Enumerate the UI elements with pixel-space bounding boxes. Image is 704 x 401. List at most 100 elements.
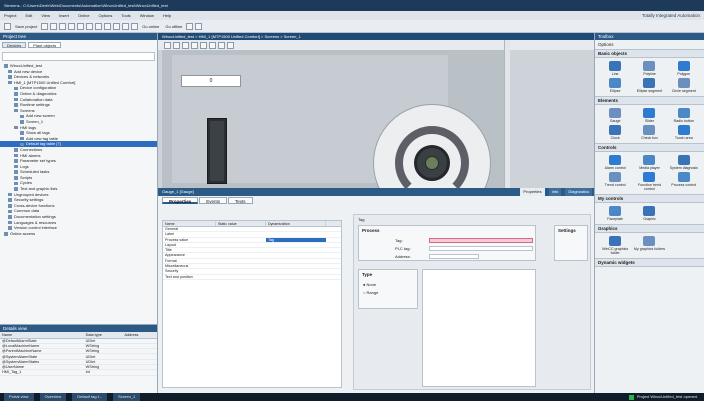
- menu-edit[interactable]: Edit: [25, 13, 32, 18]
- toolbox-item[interactable]: Gauge: [599, 108, 631, 123]
- menu-insert[interactable]: Insert: [59, 13, 69, 18]
- delete-icon[interactable]: [77, 22, 85, 30]
- tree-node-label: Parameter set types: [20, 158, 56, 164]
- zoom-icon[interactable]: [227, 41, 234, 49]
- toolbox-items: Faceplate Graphic: [595, 203, 704, 224]
- align-left-icon[interactable]: [164, 41, 171, 49]
- type-option-none[interactable]: ● None: [363, 282, 376, 287]
- tab-devices[interactable]: Devices: [2, 42, 27, 48]
- tab-plant-objects[interactable]: Plant objects: [28, 42, 62, 48]
- menu-tools[interactable]: Tools: [121, 13, 130, 18]
- toolbox-section-header[interactable]: Graphics: [595, 224, 704, 233]
- redo-icon[interactable]: [95, 22, 103, 30]
- col-dynamization[interactable]: Dynamization: [266, 221, 326, 226]
- save-project-button[interactable]: Save project: [13, 24, 39, 29]
- menu-options[interactable]: Options: [99, 13, 113, 18]
- tree-node-icon: [14, 187, 18, 191]
- bring-front-icon[interactable]: [191, 41, 198, 49]
- taskbar-screen[interactable]: Screen_1: [113, 393, 141, 401]
- menu-window[interactable]: Window: [140, 13, 154, 18]
- paste-icon[interactable]: [68, 22, 76, 30]
- tab-info[interactable]: Info: [548, 188, 562, 196]
- cross-reference-icon[interactable]: [186, 22, 194, 30]
- tab-events[interactable]: Events: [199, 197, 228, 204]
- overview-button[interactable]: Overview: [39, 393, 67, 401]
- plc-tag-input[interactable]: [429, 246, 533, 251]
- go-online-button[interactable]: Go online: [140, 24, 161, 29]
- align-center-icon[interactable]: [173, 41, 180, 49]
- menu-project[interactable]: Project: [4, 13, 16, 18]
- menu-view[interactable]: View: [41, 13, 50, 18]
- toolbox-item[interactable]: Graphic: [633, 206, 665, 221]
- toolbox-item[interactable]: Line: [599, 61, 631, 76]
- download-icon[interactable]: [113, 22, 121, 30]
- toolbox-item[interactable]: System diagnosis: [668, 155, 700, 170]
- menu-online[interactable]: Online: [78, 13, 90, 18]
- table-row[interactable]: HMI_Tag_1 Int: [0, 369, 157, 376]
- tab-texts[interactable]: Texts: [228, 197, 253, 204]
- col-prop-name[interactable]: Name: [163, 221, 216, 226]
- toolbox-item[interactable]: Polygon: [668, 61, 700, 76]
- address-input[interactable]: [429, 254, 479, 259]
- toolbox-item-icon: [677, 61, 690, 71]
- toolbox-item[interactable]: Ellipse segment: [633, 78, 665, 93]
- toolbox-section-header[interactable]: Elements: [595, 96, 704, 105]
- group-icon[interactable]: [209, 41, 216, 49]
- window-title: Siemens - C:\Users\Derfe\Web\Documents\A…: [4, 3, 168, 8]
- toolbox-item[interactable]: Function trend control: [633, 172, 665, 191]
- tag-input[interactable]: [429, 238, 533, 243]
- toolbox-item[interactable]: Check box: [633, 125, 665, 140]
- property-cell: [266, 227, 326, 231]
- toolbox-section-header[interactable]: My controls: [595, 194, 704, 203]
- type-option-range[interactable]: ○ Range: [363, 290, 378, 295]
- tab-properties[interactable]: Properties: [162, 197, 199, 204]
- toolbox-item[interactable]: My graphics folders: [633, 236, 665, 255]
- simulation-icon[interactable]: [131, 22, 139, 30]
- editor-breadcrumb: WinccUnified_test > HMI_1 [MTP1500 Unifi…: [158, 33, 594, 40]
- compile-icon[interactable]: [104, 22, 112, 30]
- new-project-icon[interactable]: [4, 22, 11, 30]
- upload-icon[interactable]: [122, 22, 130, 30]
- toolbox-item[interactable]: Trend control: [599, 172, 631, 191]
- toolbox-item[interactable]: Faceplate: [599, 206, 631, 221]
- toolbox-item-icon: [643, 155, 656, 165]
- taskbar-tag-table[interactable]: Default tag t...: [72, 393, 108, 401]
- col-static-value[interactable]: Static value: [216, 221, 266, 226]
- toolbox-options[interactable]: Options: [595, 40, 704, 49]
- toolbox-item[interactable]: Circle segment: [668, 78, 700, 93]
- toolbox-section-header[interactable]: Controls: [595, 143, 704, 152]
- gauge-widget[interactable]: [370, 90, 496, 188]
- print-icon[interactable]: [41, 22, 49, 30]
- toolbox-item[interactable]: Clock: [599, 125, 631, 140]
- tree-node-label: Screens: [20, 107, 35, 113]
- go-offline-button[interactable]: Go offline: [163, 24, 184, 29]
- toolbox-item[interactable]: Touch area: [668, 125, 700, 140]
- toolbox-item[interactable]: Alarm control: [599, 155, 631, 170]
- send-back-icon[interactable]: [200, 41, 207, 49]
- property-row[interactable]: Text and position: [163, 275, 341, 280]
- split-editor-icon[interactable]: [195, 22, 203, 30]
- toolbox-item[interactable]: Process control: [668, 172, 700, 191]
- toolbox-item[interactable]: Radio button: [668, 108, 700, 123]
- cut-icon[interactable]: [50, 22, 58, 30]
- io-field[interactable]: 0: [181, 75, 241, 87]
- menu-help[interactable]: Help: [163, 13, 171, 18]
- undo-icon[interactable]: [86, 22, 94, 30]
- align-right-icon[interactable]: [182, 41, 189, 49]
- tab-properties-top[interactable]: Properties: [520, 188, 545, 196]
- editor-scrollbar[interactable]: [504, 40, 510, 188]
- portal-view-button[interactable]: Portal view: [4, 393, 34, 401]
- grid-icon[interactable]: [218, 41, 225, 49]
- toolbox-item[interactable]: Polyline: [633, 61, 665, 76]
- tree-node[interactable]: Online access: [0, 231, 157, 237]
- toolbox-section-header[interactable]: Dynamic widgets: [595, 258, 704, 267]
- toolbox-item[interactable]: Ellipse: [599, 78, 631, 93]
- toolbox-item[interactable]: Slider: [633, 108, 665, 123]
- toolbox-section-header[interactable]: Basic objects: [595, 49, 704, 58]
- tree-node-label: Documentation settings: [14, 214, 56, 220]
- toolbox-item[interactable]: WinCC graphics folder: [599, 236, 631, 255]
- toolbox-item[interactable]: Media player: [633, 155, 665, 170]
- copy-icon[interactable]: [59, 22, 67, 30]
- tab-diagnostics[interactable]: Diagnostics: [565, 188, 592, 196]
- project-tree-filter[interactable]: [2, 52, 155, 61]
